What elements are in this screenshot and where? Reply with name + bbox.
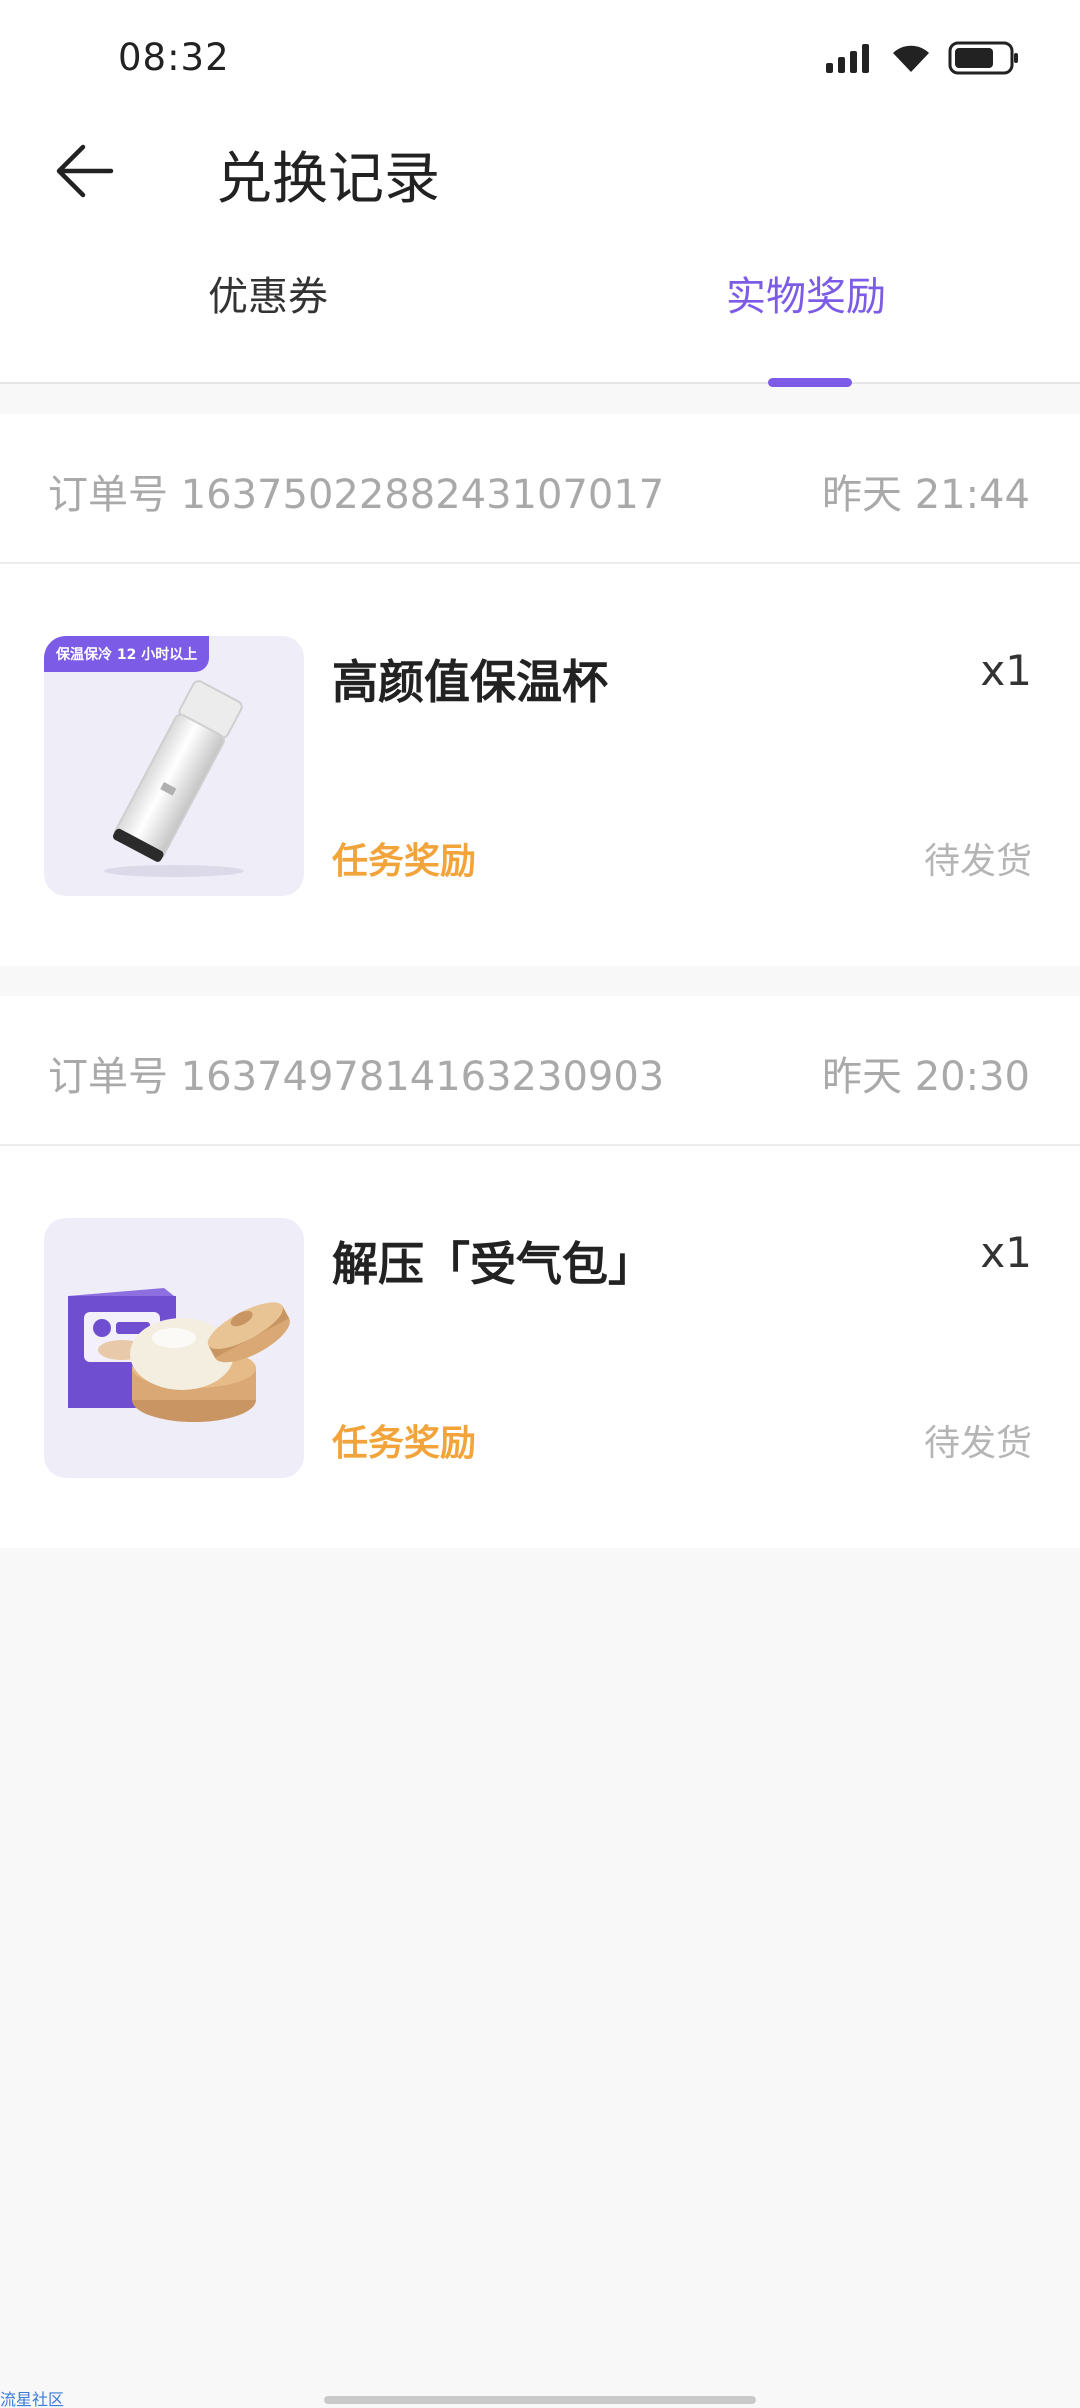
order-time: 昨天 20:30	[822, 1054, 1030, 1100]
order-item: 保温保冷 12 小时以上 高颜值保温杯 x1 任务奖励 待发货	[0, 564, 1080, 966]
order-header: 订单号 1637502288243107017 昨天 21:44	[0, 414, 1080, 564]
shipping-status: 待发货	[923, 841, 1032, 882]
product-name: 高颜值保温杯	[332, 655, 608, 709]
tab-bar: 优惠券 实物奖励	[0, 250, 1080, 387]
header: 兑换记录	[0, 120, 1080, 260]
back-button[interactable]	[40, 128, 130, 218]
tab-physical-rewards[interactable]: 实物奖励	[726, 264, 886, 322]
order-header: 订单号 1637497814163230903 昨天 20:30	[0, 996, 1080, 1146]
status-bar: 08:32	[0, 0, 1080, 120]
arrow-left-icon	[53, 139, 117, 207]
product-name: 解压「受气包」	[332, 1237, 654, 1291]
status-icons	[826, 40, 1020, 80]
tab-coupons[interactable]: 优惠券	[208, 264, 328, 322]
watermark: 流星社区	[0, 2390, 65, 2408]
product-image	[44, 1218, 304, 1478]
product-image: 保温保冷 12 小时以上	[44, 636, 304, 896]
signal-icon	[826, 43, 874, 77]
shipping-status: 待发货	[923, 1423, 1032, 1464]
home-indicator[interactable]	[324, 2396, 756, 2404]
top-area: 08:32 兑换记录 优惠券 实物奖励	[0, 0, 1080, 387]
order-number: 订单号 1637497814163230903	[48, 1054, 665, 1100]
product-quantity: x1	[980, 1228, 1032, 1277]
reward-source: 任务奖励	[332, 841, 477, 882]
order-time: 昨天 21:44	[822, 472, 1030, 518]
order-item: 解压「受气包」 x1 任务奖励 待发货	[0, 1146, 1080, 1548]
product-quantity: x1	[980, 646, 1032, 695]
status-time: 08:32	[118, 36, 230, 79]
order-list: 订单号 1637502288243107017 昨天 21:44 保温保冷 12…	[0, 414, 1080, 1578]
order-card[interactable]: 订单号 1637497814163230903 昨天 20:30 解压「受气包」…	[0, 996, 1080, 1548]
page-title: 兑换记录	[216, 147, 440, 212]
battery-icon	[948, 41, 1020, 79]
reward-source: 任务奖励	[332, 1423, 477, 1464]
order-number: 订单号 1637502288243107017	[48, 472, 665, 518]
order-card[interactable]: 订单号 1637502288243107017 昨天 21:44 保温保冷 12…	[0, 414, 1080, 966]
wifi-icon	[890, 42, 932, 78]
active-tab-indicator	[768, 378, 852, 387]
